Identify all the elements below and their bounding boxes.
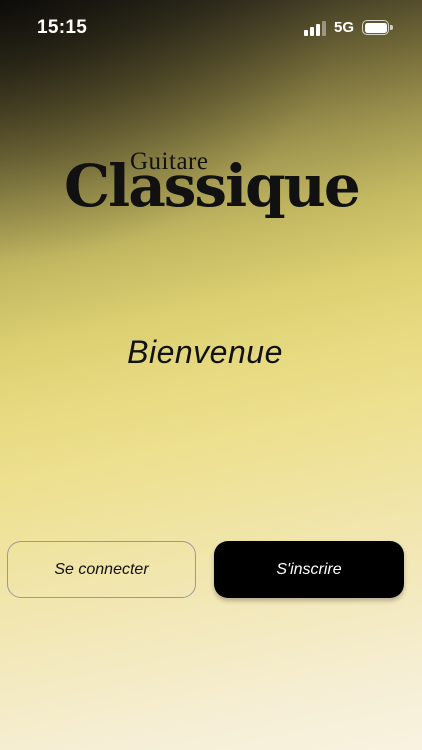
login-button-label: Se connecter — [54, 560, 149, 578]
cellular-signal-icon — [304, 21, 328, 36]
status-time: 15:15 — [37, 17, 88, 38]
battery-icon — [362, 20, 394, 37]
status-bar: 15:15 5G — [0, 0, 422, 56]
welcome-screen: 15:15 5G Guitare Classique Bienvenue Se … — [0, 0, 422, 750]
login-button[interactable]: Se connecter — [7, 541, 196, 598]
network-type: 5G — [334, 19, 355, 36]
signup-button[interactable]: S'inscrire — [214, 541, 404, 598]
welcome-title: Bienvenue — [127, 334, 283, 370]
app-logo: Guitare Classique — [0, 140, 422, 235]
logo-main-word: Classique — [64, 152, 361, 220]
signup-button-label: S'inscrire — [276, 560, 342, 578]
background-shade — [0, 0, 422, 750]
